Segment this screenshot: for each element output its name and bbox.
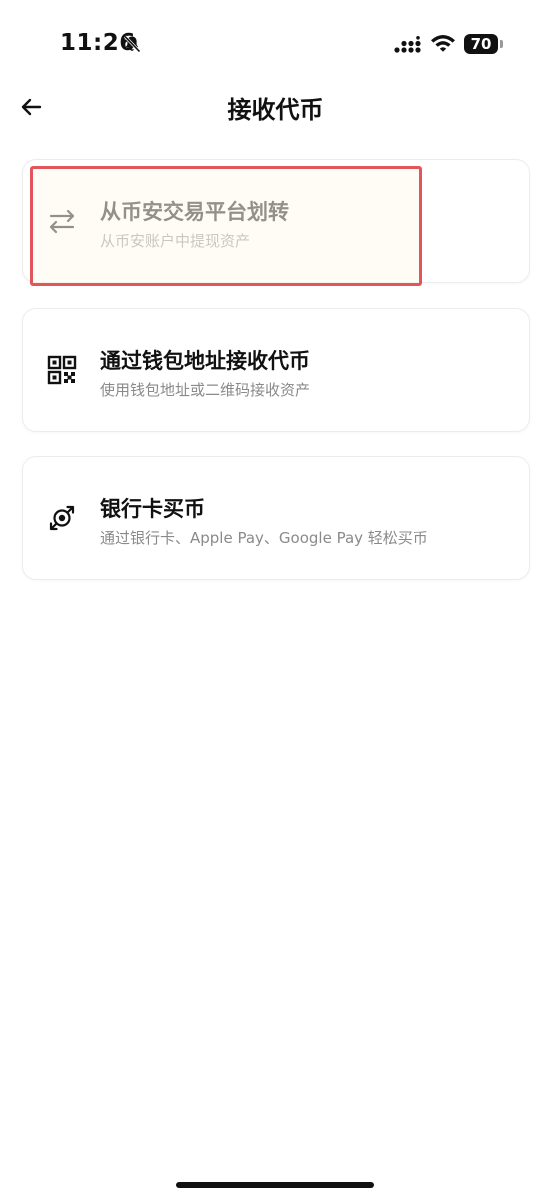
page-title: 接收代币 [227, 96, 324, 124]
option-description: 使用钱包地址或二维码接收资产 [100, 381, 311, 399]
option-label: 通过钱包地址接收代币 [100, 349, 310, 373]
option-label: 银行卡买币 [100, 497, 205, 521]
cellular-signal-icon [394, 36, 421, 53]
option-label: 从币安交易平台划转 [100, 200, 289, 224]
option-description: 从币安账户中提现资产 [100, 232, 251, 250]
battery-level: 70 [464, 34, 498, 54]
buy-crypto-icon [49, 505, 75, 531]
bell-muted-icon [123, 35, 141, 53]
home-indicator [176, 1182, 374, 1188]
option-receive-via-wallet-address[interactable]: 通过钱包地址接收代币 使用钱包地址或二维码接收资产 [22, 308, 530, 432]
qr-code-icon [47, 355, 77, 385]
status-bar: 11:26 70 [0, 0, 551, 80]
wifi-icon [431, 35, 455, 52]
transfer-arrows-icon [49, 209, 75, 234]
option-buy-with-bank-card[interactable]: 银行卡买币 通过银行卡、Apple Pay、Google Pay 轻松买币 [22, 456, 530, 580]
header: 接收代币 [0, 80, 551, 136]
battery-tip [500, 40, 503, 48]
battery-indicator: 70 [464, 34, 504, 54]
option-description: 通过银行卡、Apple Pay、Google Pay 轻松买币 [100, 529, 428, 547]
option-transfer-from-exchange[interactable]: 从币安交易平台划转 从币安账户中提现资产 [22, 159, 530, 283]
